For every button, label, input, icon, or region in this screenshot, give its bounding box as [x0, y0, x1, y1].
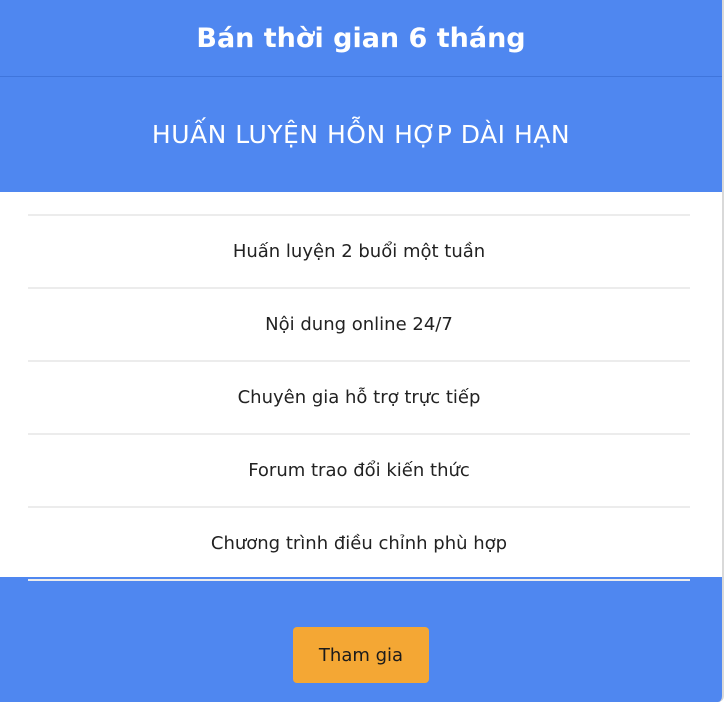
list-item: Chương trình điều chỉnh phù hợp	[28, 508, 690, 581]
feature-section: Huấn luyện 2 buổi một tuần Nội dung onli…	[0, 192, 722, 581]
join-button[interactable]: Tham gia	[293, 627, 429, 683]
feature-list: Huấn luyện 2 buổi một tuần Nội dung onli…	[28, 214, 690, 581]
list-item: Forum trao đổi kiến thức	[28, 435, 690, 508]
plan-title: Bán thời gian 6 tháng	[0, 0, 722, 77]
list-item: Huấn luyện 2 buổi một tuần	[28, 216, 690, 289]
list-item: Nội dung online 24/7	[28, 289, 690, 362]
plan-subtitle: HUẤN LUYỆN HỖN HỢP DÀI HẠN	[151, 120, 571, 149]
card-footer: Tham gia	[0, 577, 722, 702]
pricing-card: Bán thời gian 6 tháng HUẤN LUYỆN HỖN HỢP…	[0, 0, 724, 702]
list-item: Chuyên gia hỗ trợ trực tiếp	[28, 362, 690, 435]
